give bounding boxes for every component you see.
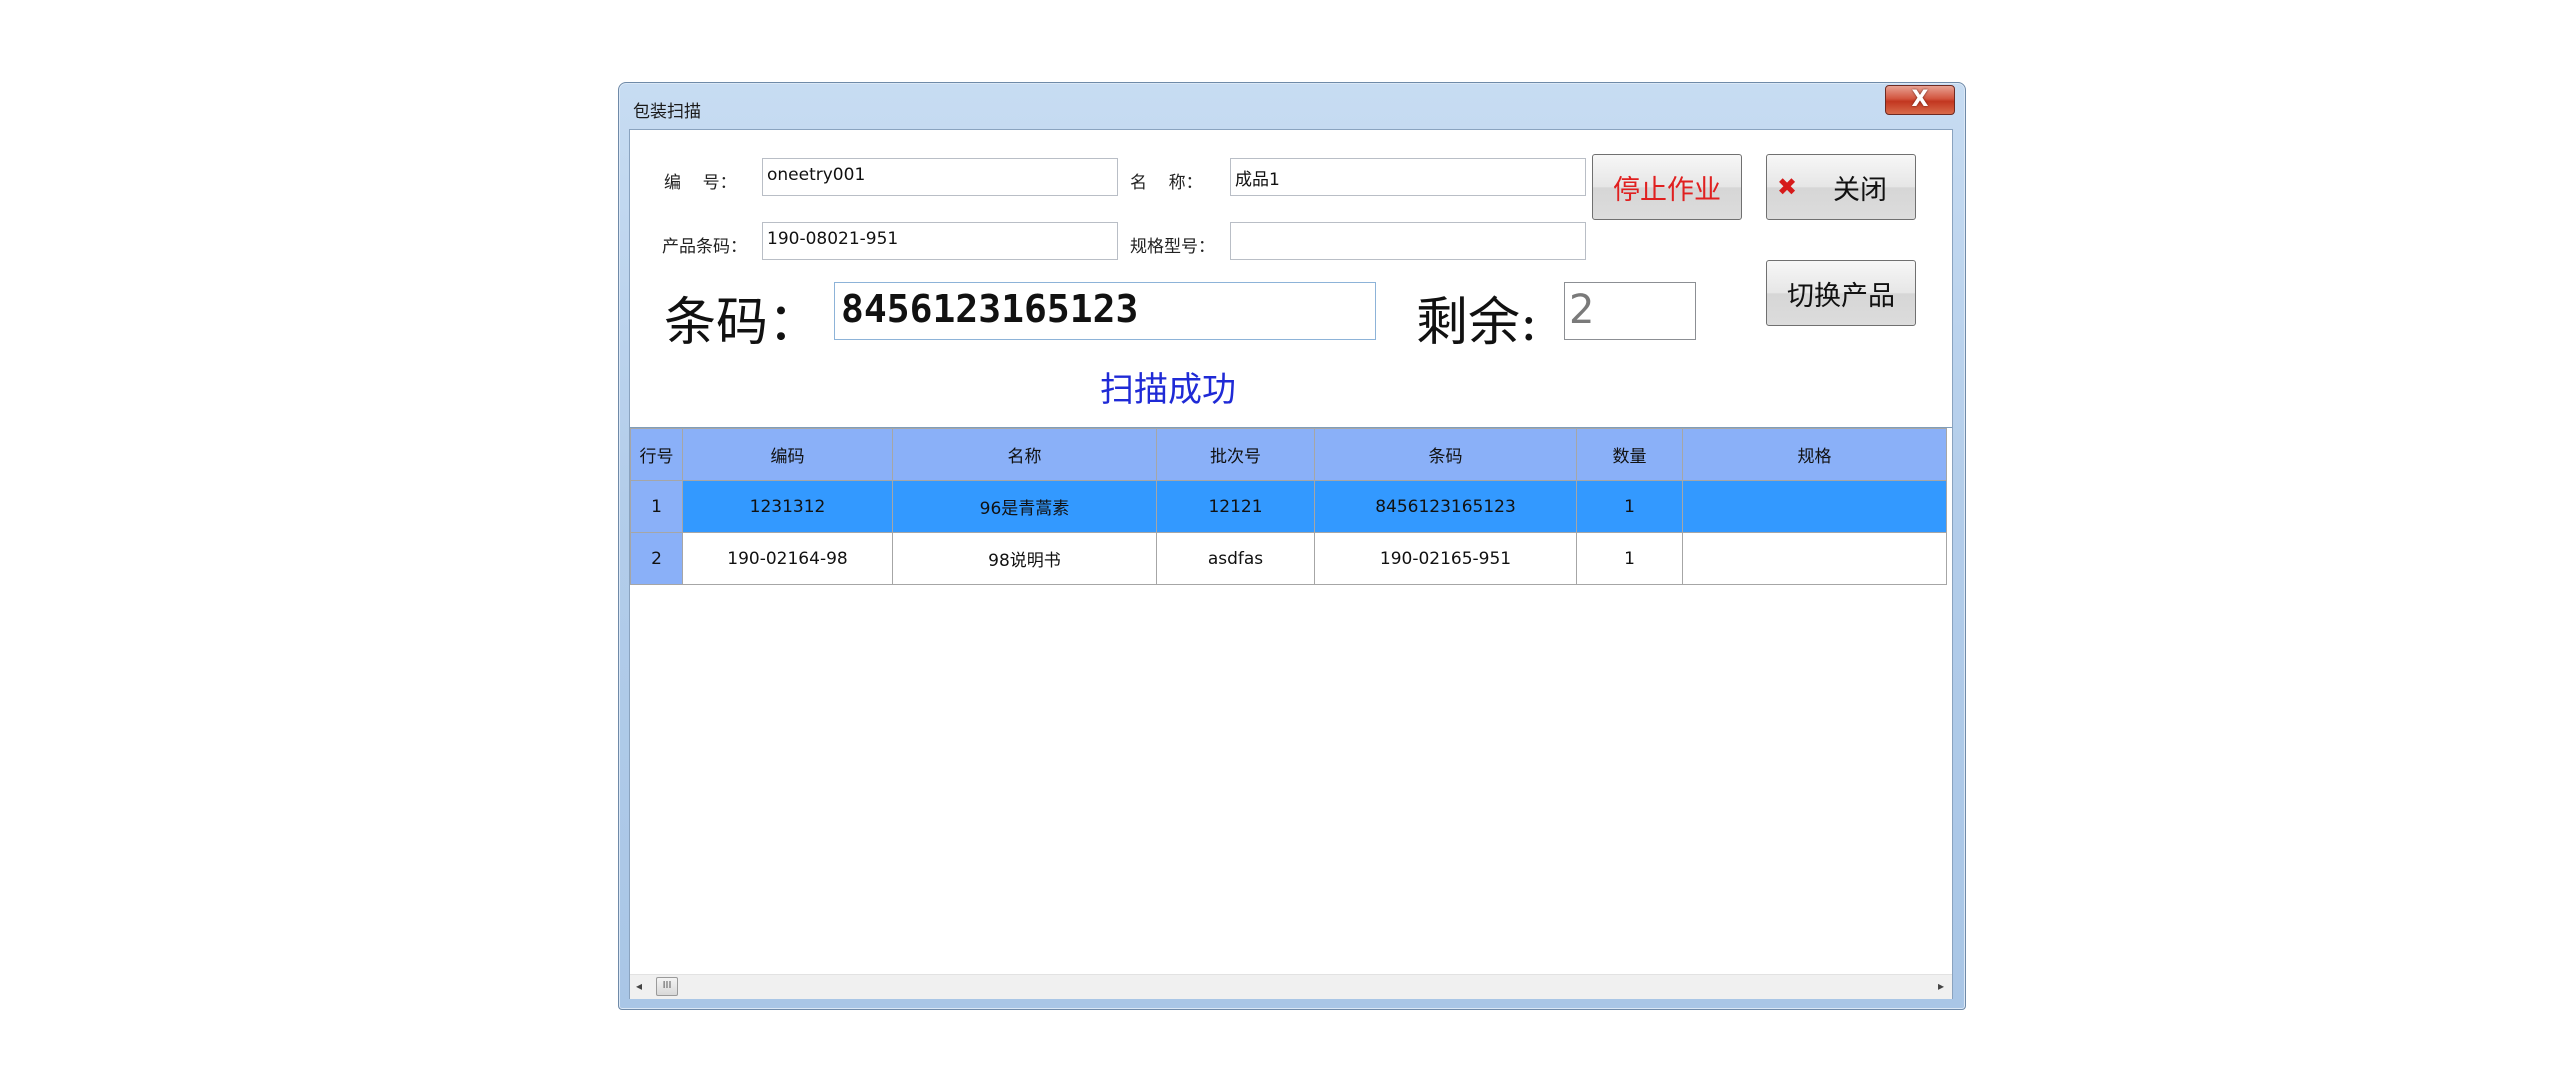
column-header[interactable]: 编码 [682, 428, 893, 481]
close-icon: X [1911, 87, 1929, 112]
column-header[interactable]: 条码 [1314, 428, 1577, 481]
table-cell[interactable]: 1 [1576, 532, 1683, 585]
window-title: 包装扫描 [633, 102, 701, 122]
scroll-right-icon[interactable]: ▸ [1938, 979, 1944, 993]
close-x-icon: ✖ [1777, 173, 1798, 201]
scan-barcode-label: 条码： [664, 293, 821, 353]
stop-work-label: 停止作业 [1613, 174, 1721, 206]
table-cell[interactable]: 96是青蒿素 [892, 480, 1157, 533]
window-close-button[interactable]: X [1885, 85, 1955, 115]
name-field[interactable]: 成品1 [1230, 158, 1586, 196]
table-cell[interactable]: 8456123165123 [1314, 480, 1577, 533]
table-cell[interactable]: 190-02164-98 [682, 532, 893, 585]
spec-field[interactable] [1230, 222, 1586, 260]
table-row[interactable]: 2 190-02164-98 98说明书 asdfas 190-02165-95… [630, 532, 1947, 585]
close-button[interactable]: ✖ 关闭 [1766, 154, 1916, 220]
product-barcode-label: 产品条码： [662, 237, 747, 257]
switch-product-label: 切换产品 [1787, 280, 1895, 312]
title-bar[interactable]: 包装扫描 X [619, 83, 1965, 129]
close-label: 关闭 [1833, 174, 1887, 206]
column-header[interactable]: 规格 [1682, 428, 1947, 481]
remain-field[interactable]: 2 [1564, 282, 1696, 340]
scroll-left-icon[interactable]: ◂ [636, 979, 642, 993]
row-number-cell[interactable]: 1 [630, 480, 683, 533]
table-cell[interactable]: 12121 [1156, 480, 1315, 533]
scroll-thumb[interactable]: III [656, 977, 678, 996]
client-area: 编 号： oneetry001 名 称： 成品1 产品条码： 190-08021… [629, 129, 1953, 999]
column-header[interactable]: 批次号 [1156, 428, 1315, 481]
column-header[interactable]: 行号 [630, 428, 683, 481]
results-table: 行号 编码 名称 批次号 条码 数量 规格 1 1231312 96是青蒿素 1 [630, 428, 1947, 585]
table-cell[interactable]: 1 [1576, 480, 1683, 533]
table-cell[interactable]: 98说明书 [892, 532, 1157, 585]
table-cell[interactable]: 190-02165-951 [1314, 532, 1577, 585]
table-cell[interactable] [1682, 532, 1947, 585]
remain-label: 剩余: [1416, 293, 1538, 353]
name-label: 名 称： [1130, 173, 1203, 193]
code-label: 编 号： [664, 173, 737, 193]
package-scan-window: 包装扫描 X 编 号： oneetry001 名 称： 成品1 产品条码： 19… [618, 82, 1966, 1010]
table-cell[interactable] [1682, 480, 1947, 533]
code-field[interactable]: oneetry001 [762, 158, 1118, 196]
scan-barcode-input[interactable]: 8456123165123 [834, 282, 1376, 340]
table-header-row: 行号 编码 名称 批次号 条码 数量 规格 [630, 428, 1947, 481]
spec-label: 规格型号： [1130, 237, 1215, 257]
table-row[interactable]: 1 1231312 96是青蒿素 12121 8456123165123 1 [630, 480, 1947, 533]
column-header[interactable]: 数量 [1576, 428, 1683, 481]
stop-work-button[interactable]: 停止作业 [1592, 154, 1742, 220]
table-cell[interactable]: asdfas [1156, 532, 1315, 585]
column-header[interactable]: 名称 [892, 428, 1157, 481]
table-cell[interactable]: 1231312 [682, 480, 893, 533]
scan-results-grid: 行号 编码 名称 批次号 条码 数量 规格 1 1231312 96是青蒿素 1 [630, 427, 1952, 999]
switch-product-button[interactable]: 切换产品 [1766, 260, 1916, 326]
product-barcode-field[interactable]: 190-08021-951 [762, 222, 1118, 260]
scan-status: 扫描成功 [1100, 370, 1236, 410]
horizontal-scrollbar[interactable]: ◂ III ▸ [630, 974, 1952, 999]
row-number-cell[interactable]: 2 [630, 532, 683, 585]
